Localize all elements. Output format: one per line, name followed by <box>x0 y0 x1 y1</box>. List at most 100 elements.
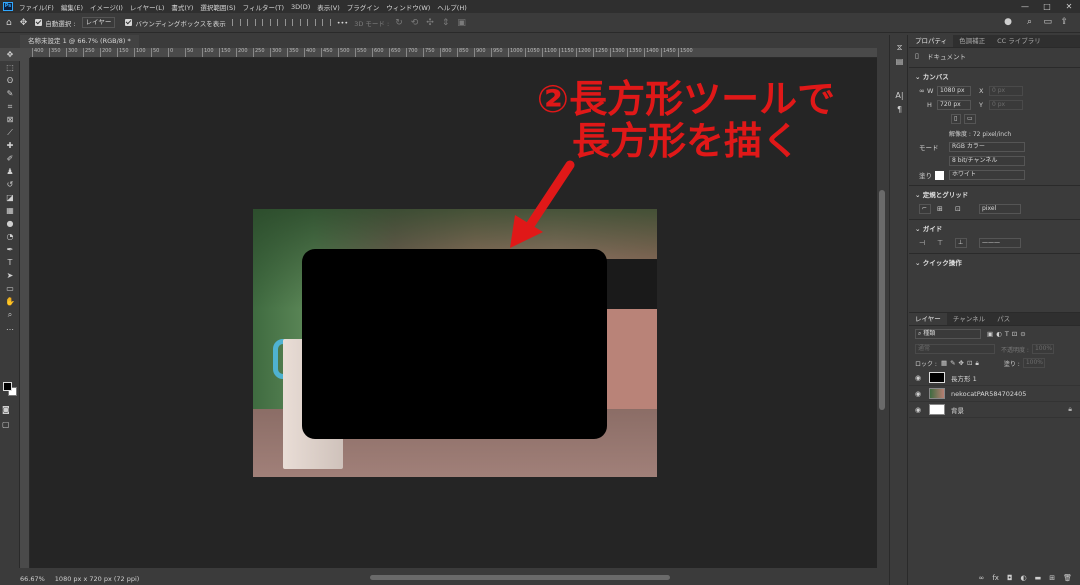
guide-style-dropdown[interactable]: ——— <box>979 238 1021 248</box>
user-icon[interactable]: ● <box>1004 17 1012 27</box>
screen-mode-icon[interactable]: ▢ <box>2 418 10 431</box>
align-center-icon[interactable] <box>246 19 256 26</box>
tab-paths[interactable]: パス <box>991 313 1016 325</box>
menu-window[interactable]: ウィンドウ(W) <box>386 2 430 12</box>
auto-select-dropdown[interactable]: レイヤー <box>81 17 116 28</box>
link-icon[interactable]: ∞ <box>919 87 927 95</box>
move-tool-icon[interactable]: ✥ <box>0 48 20 61</box>
guide-lock-icon[interactable]: ⊤ <box>937 239 949 247</box>
path-select-tool-icon[interactable]: ➤ <box>0 269 20 282</box>
lock-icons[interactable]: ▦✎✥⊡🔒︎ <box>941 359 982 368</box>
portrait-icon[interactable]: ▯ <box>951 114 961 124</box>
align-left-icon[interactable] <box>231 19 241 26</box>
tab-adjustments[interactable]: 色調補正 <box>953 35 991 47</box>
brush-tool-icon[interactable]: ✐ <box>0 152 20 165</box>
layer-kind-filter[interactable]: ⌕ 種類 <box>915 329 981 339</box>
type-tool-icon[interactable]: T <box>0 256 20 269</box>
menu-select[interactable]: 選択範囲(S) <box>200 2 235 12</box>
layer-row[interactable]: ◉ nekocatPAR584702405 <box>909 386 1080 402</box>
rulers-grid-section-title[interactable]: ⌄ 定規とグリッド <box>909 189 1080 202</box>
menu-edit[interactable]: 編集(E) <box>61 2 83 12</box>
eraser-tool-icon[interactable]: ◪ <box>0 191 20 204</box>
menu-file[interactable]: ファイル(F) <box>19 2 54 12</box>
layer-row[interactable]: ◉ 長方形 1 <box>909 370 1080 386</box>
crop-tool-icon[interactable]: ⌗ <box>0 100 20 113</box>
menu-help[interactable]: ヘルプ(H) <box>437 2 466 12</box>
menu-filter[interactable]: フィルター(T) <box>243 2 284 12</box>
canvas-section-title[interactable]: ⌄ カンバス <box>909 71 1080 84</box>
bounding-box-checkbox[interactable] <box>125 19 133 26</box>
maximize-button[interactable]: □ <box>1036 0 1058 13</box>
quick-actions-section-title[interactable]: ⌄ クイック操作 <box>909 257 1080 270</box>
menu-type[interactable]: 書式(Y) <box>171 2 193 12</box>
foreground-color-swatch[interactable] <box>3 382 12 391</box>
comments-icon[interactable]: ▤ <box>890 55 909 69</box>
vertical-ruler[interactable] <box>20 58 30 568</box>
layer-filter-icons[interactable]: ▣◐T⊡⊙ <box>987 330 1029 338</box>
new-layer-icon[interactable]: ⊞ <box>1049 574 1055 582</box>
tab-channels[interactable]: チャンネル <box>947 313 991 325</box>
menu-layer[interactable]: レイヤー(L) <box>130 2 165 12</box>
eye-icon[interactable]: ◉ <box>915 406 929 414</box>
trash-icon[interactable]: 🗑︎ <box>1063 574 1072 582</box>
zoom-tool-icon[interactable]: ⌕ <box>0 308 20 321</box>
height-field[interactable]: 720 px <box>937 100 971 110</box>
rectangle-tool-icon[interactable]: ▭ <box>0 282 20 295</box>
bit-depth-dropdown[interactable]: 8 bit/チャンネル <box>949 156 1025 166</box>
vertical-scroll-thumb[interactable] <box>879 190 885 410</box>
distribute-icon[interactable] <box>321 19 331 26</box>
pen-tool-icon[interactable]: ✒ <box>0 243 20 256</box>
menu-view[interactable]: 表示(V) <box>317 2 340 12</box>
fx-icon[interactable]: fx <box>992 574 999 582</box>
new-group-icon[interactable]: ▬ <box>1035 574 1042 582</box>
share-icon[interactable]: ⇪ <box>1060 17 1068 27</box>
pixel-grid-icon[interactable]: ⊡ <box>955 205 967 213</box>
character-icon[interactable]: A| <box>890 89 909 103</box>
paragraph-icon[interactable]: ¶ <box>890 103 909 117</box>
width-field[interactable]: 1080 px <box>937 86 971 96</box>
quick-select-tool-icon[interactable]: ✎ <box>0 87 20 100</box>
align-middle-icon[interactable] <box>291 19 301 26</box>
layer-row[interactable]: ◉ 背景 🔒︎ <box>909 402 1080 418</box>
align-top-icon[interactable] <box>276 19 286 26</box>
history-brush-tool-icon[interactable]: ↺ <box>0 178 20 191</box>
align-right-icon[interactable] <box>261 19 271 26</box>
adjustment-layer-icon[interactable]: ◐ <box>1021 574 1027 582</box>
align-bottom-icon[interactable] <box>306 19 316 26</box>
marquee-tool-icon[interactable]: ⬚ <box>0 61 20 74</box>
mode-dropdown[interactable]: RGB カラー <box>949 142 1025 152</box>
landscape-icon[interactable]: ▭ <box>964 114 976 124</box>
menu-image[interactable]: イメージ(I) <box>90 2 123 12</box>
menu-3d[interactable]: 3D(D) <box>291 3 310 11</box>
horizontal-scroll-thumb[interactable] <box>370 575 670 580</box>
dodge-tool-icon[interactable]: ◔ <box>0 230 20 243</box>
move-tool-icon[interactable]: ✥ <box>20 18 28 28</box>
quick-mask-icon[interactable]: ◙ <box>2 403 10 416</box>
blur-tool-icon[interactable]: ● <box>0 217 20 230</box>
gradient-tool-icon[interactable]: ▦ <box>0 204 20 217</box>
auto-select-checkbox[interactable] <box>35 19 43 26</box>
link-layers-icon[interactable]: ∞ <box>979 574 985 582</box>
minimize-button[interactable]: — <box>1014 0 1036 13</box>
frame-tool-icon[interactable]: ⊠ <box>0 113 20 126</box>
more-tools-icon[interactable]: … <box>0 321 20 334</box>
menu-plugins[interactable]: プラグイン <box>347 2 380 12</box>
history-icon[interactable]: ⧖ <box>890 41 909 55</box>
rounded-rectangle-shape[interactable] <box>302 249 607 439</box>
canvas-fill-dropdown[interactable]: ホワイト <box>949 170 1025 180</box>
tab-properties[interactable]: プロパティ <box>909 35 954 47</box>
tab-cc-libraries[interactable]: CC ライブラリ <box>991 35 1047 47</box>
add-mask-icon[interactable]: ◘ <box>1007 574 1013 582</box>
document-tab[interactable]: 名称未設定 1 @ 66.7% (RGB/8) * <box>20 35 139 48</box>
hand-tool-icon[interactable]: ✋ <box>0 295 20 308</box>
grid-icon[interactable]: ⊞ <box>937 205 949 213</box>
healing-brush-tool-icon[interactable]: ✚ <box>0 139 20 152</box>
ruler-unit-dropdown[interactable]: pixel <box>979 204 1021 214</box>
tab-layers[interactable]: レイヤー <box>909 313 947 325</box>
lasso-tool-icon[interactable]: ʘ <box>0 74 20 87</box>
horizontal-ruler[interactable]: 400 350 300 250 200 150 100 50 0 50 100 150 200 250 30… <box>30 48 877 58</box>
guide-toggle-icon[interactable]: ⊣ <box>919 239 931 247</box>
ruler-toggle-icon[interactable]: ⌐ <box>919 204 931 214</box>
clone-stamp-tool-icon[interactable]: ♟ <box>0 165 20 178</box>
smart-guides-icon[interactable]: ⊥ <box>955 238 967 248</box>
